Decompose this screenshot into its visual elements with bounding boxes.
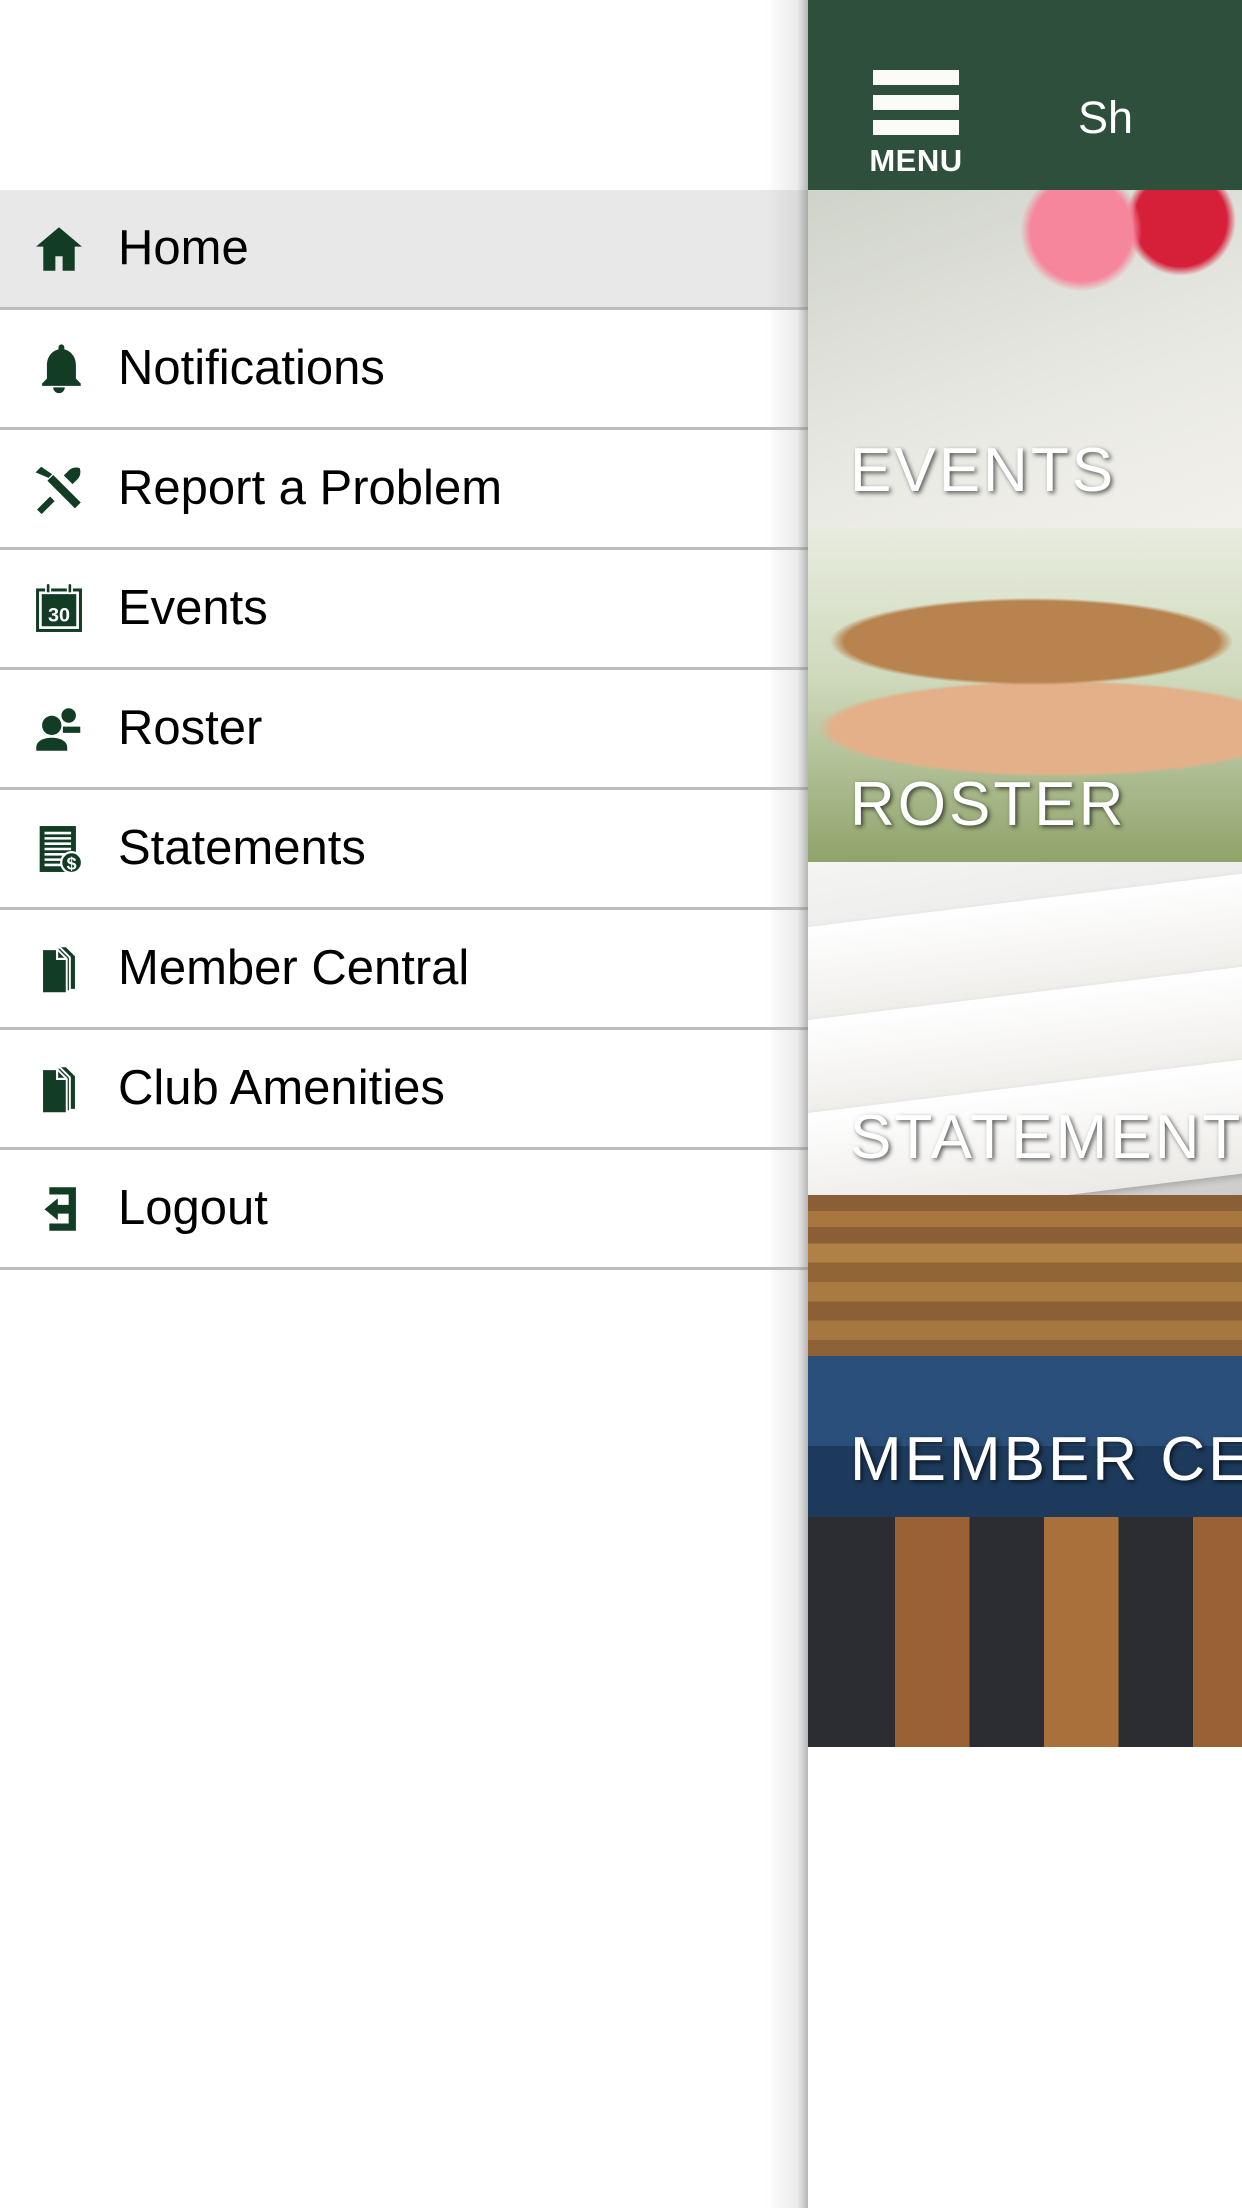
hamburger-bar xyxy=(873,95,959,110)
tile-label: STATEMENTS xyxy=(850,1103,1242,1172)
calendar-30-icon: 30 xyxy=(0,580,118,638)
tile-roster[interactable]: ROSTER xyxy=(808,528,1242,862)
sidebar-item-label: Member Central xyxy=(118,941,470,995)
sidebar-item-home[interactable]: Home xyxy=(0,190,808,310)
hamburger-bar xyxy=(873,70,959,85)
people-icon xyxy=(0,700,118,758)
documents-icon xyxy=(0,1060,118,1118)
tile-list: EVENTS ROSTER STATEMENTS xyxy=(808,190,1242,1747)
sidebar-item-report-a-problem[interactable]: Report a Problem xyxy=(0,430,808,550)
hammer-wrench-icon xyxy=(0,460,118,518)
clubhouse-exterior-photo xyxy=(808,1517,1242,1747)
documents-icon xyxy=(0,940,118,998)
menu-button-label: MENU xyxy=(869,143,963,178)
hamburger-bar xyxy=(873,120,959,135)
sidebar-item-label: Roster xyxy=(118,701,263,755)
sidebar-item-label: Club Amenities xyxy=(118,1061,445,1115)
status-bar xyxy=(808,0,1242,38)
tile-events[interactable]: EVENTS xyxy=(808,190,1242,528)
sidebar-item-label: Notifications xyxy=(118,341,385,395)
document-dollar-icon: $ xyxy=(0,820,118,878)
hamburger-menu-icon[interactable]: MENU xyxy=(868,70,964,177)
app-root: MENU Sh EVENTS ROSTER STATEMENTS xyxy=(0,0,1242,2208)
page-title: Sh xyxy=(1078,92,1134,143)
app-header: MENU Sh xyxy=(808,38,1242,190)
home-icon xyxy=(0,220,118,278)
sidebar-item-label: Home xyxy=(118,221,249,275)
sidebar-item-label: Statements xyxy=(118,821,366,875)
sidebar-item-label: Events xyxy=(118,581,268,635)
sidebar-item-club-amenities[interactable]: Club Amenities xyxy=(0,1030,808,1150)
drawer-header-spacer xyxy=(0,0,808,190)
content-pane: MENU Sh EVENTS ROSTER STATEMENTS xyxy=(808,0,1242,2208)
sidebar-item-label: Report a Problem xyxy=(118,461,503,515)
svg-text:30: 30 xyxy=(48,604,70,626)
svg-text:$: $ xyxy=(67,853,77,873)
tile-member-central[interactable]: MEMBER CENTRAL xyxy=(808,1195,1242,1517)
navigation-drawer: Home Notifications Report a Problem 30 E… xyxy=(0,0,808,2208)
sidebar-item-events[interactable]: 30 Events xyxy=(0,550,808,670)
tile-label: EVENTS xyxy=(850,436,1117,505)
tile-label: MEMBER CENTRAL xyxy=(850,1425,1242,1494)
tile-statements[interactable]: STATEMENTS xyxy=(808,862,1242,1195)
tile-label: ROSTER xyxy=(850,770,1127,839)
bell-icon xyxy=(0,340,118,398)
sidebar-item-label: Logout xyxy=(118,1181,268,1235)
tile-clubhouse[interactable] xyxy=(808,1517,1242,1747)
sidebar-item-logout[interactable]: Logout xyxy=(0,1150,808,1270)
sidebar-item-notifications[interactable]: Notifications xyxy=(0,310,808,430)
sidebar-item-member-central[interactable]: Member Central xyxy=(0,910,808,1030)
sidebar-item-statements[interactable]: $ Statements xyxy=(0,790,808,910)
logout-icon xyxy=(0,1180,118,1238)
sidebar-item-roster[interactable]: Roster xyxy=(0,670,808,790)
